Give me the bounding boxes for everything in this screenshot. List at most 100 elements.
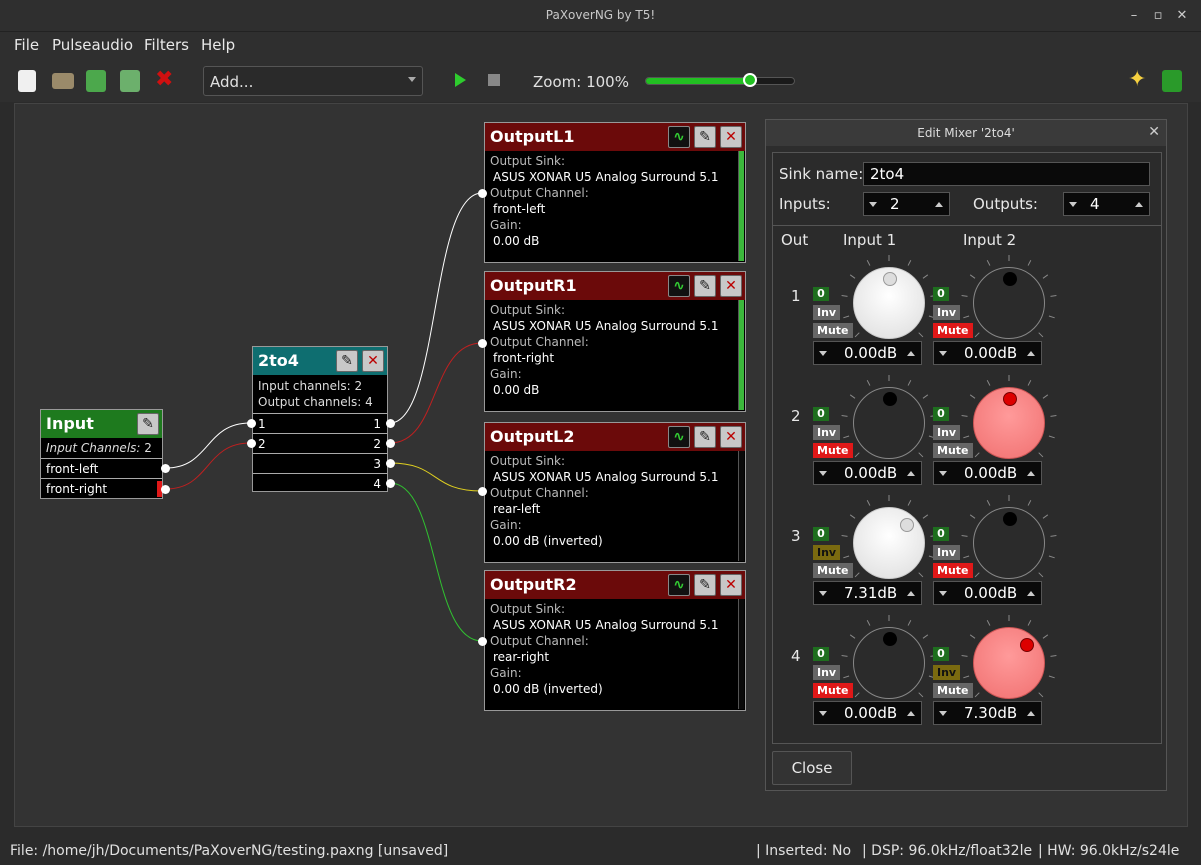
gain-spinbox[interactable]: 0.00dB bbox=[813, 461, 922, 485]
input-port-dot[interactable] bbox=[478, 189, 487, 198]
port-front-left[interactable]: front-left bbox=[41, 458, 162, 478]
output-node-r1[interactable]: OutputR1 ∿ ✎ ✕ Output Sink: ASUS XONAR U… bbox=[484, 271, 746, 412]
increment-icon[interactable] bbox=[907, 711, 915, 716]
decrement-icon[interactable] bbox=[939, 591, 947, 596]
mixer-port-row[interactable]: 11 bbox=[253, 413, 387, 433]
gain-spinbox[interactable]: 7.31dB bbox=[813, 581, 922, 605]
knob-body[interactable] bbox=[973, 387, 1045, 459]
decrement-icon[interactable] bbox=[819, 711, 827, 716]
sink-name-input[interactable]: 2to4 bbox=[863, 162, 1150, 186]
mute-toggle[interactable]: Mute bbox=[813, 683, 853, 698]
invert-toggle[interactable]: Inv bbox=[933, 305, 961, 320]
edit-pencil-icon[interactable]: ✎ bbox=[694, 126, 716, 148]
input-port-dot[interactable] bbox=[478, 637, 487, 646]
inputs-spinbox[interactable]: 2 bbox=[863, 192, 950, 216]
knob-body[interactable] bbox=[973, 627, 1045, 699]
increment-icon[interactable] bbox=[907, 351, 915, 356]
mixer-node-header[interactable]: 2to4 ✎ ✕ bbox=[253, 347, 387, 375]
knob-body[interactable] bbox=[853, 507, 925, 579]
output-node-l1[interactable]: OutputL1 ∿ ✎ ✕ Output Sink: ASUS XONAR U… bbox=[484, 122, 746, 263]
invert-toggle[interactable]: Inv bbox=[813, 425, 841, 440]
gain-spinbox[interactable]: 0.00dB bbox=[813, 701, 922, 725]
remove-x-icon[interactable]: ✕ bbox=[720, 275, 742, 297]
invert-toggle[interactable]: Inv bbox=[933, 545, 961, 560]
output-node-l2[interactable]: OutputL2 ∿ ✎ ✕ Output Sink: ASUS XONAR U… bbox=[484, 422, 746, 563]
decrement-icon[interactable] bbox=[939, 351, 947, 356]
decrement-icon[interactable] bbox=[819, 351, 827, 356]
remove-x-icon[interactable]: ✕ bbox=[720, 574, 742, 596]
decrement-icon[interactable] bbox=[869, 202, 877, 207]
scope-icon[interactable]: ∿ bbox=[668, 574, 690, 596]
gain-spinbox[interactable]: 0.00dB bbox=[933, 461, 1042, 485]
invert-toggle[interactable]: Inv bbox=[813, 545, 841, 560]
mute-toggle[interactable]: Mute bbox=[933, 443, 973, 458]
mute-toggle[interactable]: Mute bbox=[813, 443, 853, 458]
output-port-dot[interactable] bbox=[386, 459, 395, 468]
input-port-dot[interactable] bbox=[478, 339, 487, 348]
mixer-port-row[interactable]: 22 bbox=[253, 433, 387, 453]
edit-pencil-icon[interactable]: ✎ bbox=[336, 350, 358, 372]
mute-toggle[interactable]: Mute bbox=[933, 683, 973, 698]
edit-pencil-icon[interactable]: ✎ bbox=[694, 426, 716, 448]
input-node-header[interactable]: Input ✎ bbox=[41, 410, 162, 438]
input-port-dot[interactable] bbox=[247, 439, 256, 448]
mute-toggle[interactable]: Mute bbox=[813, 323, 853, 338]
scope-icon[interactable]: ∿ bbox=[668, 275, 690, 297]
increment-icon[interactable] bbox=[907, 471, 915, 476]
output-node-r2[interactable]: OutputR2 ∿ ✎ ✕ Output Sink: ASUS XONAR U… bbox=[484, 570, 746, 711]
edit-pencil-icon[interactable]: ✎ bbox=[694, 275, 716, 297]
decrement-icon[interactable] bbox=[819, 471, 827, 476]
increment-icon[interactable] bbox=[1135, 202, 1143, 207]
mixer-node[interactable]: 2to4 ✎ ✕ Input channels: 2 Output channe… bbox=[252, 346, 388, 492]
increment-icon[interactable] bbox=[907, 591, 915, 596]
output-node-header[interactable]: OutputL1 ∿ ✎ ✕ bbox=[485, 123, 745, 151]
gain-spinbox[interactable]: 0.00dB bbox=[813, 341, 922, 365]
mute-toggle[interactable]: Mute bbox=[813, 563, 853, 578]
gain-spinbox[interactable]: 0.00dB bbox=[933, 581, 1042, 605]
mute-toggle[interactable]: Mute bbox=[933, 563, 973, 578]
knob-body[interactable] bbox=[853, 627, 925, 699]
outputs-spinbox[interactable]: 4 bbox=[1063, 192, 1150, 216]
remove-x-icon[interactable]: ✕ bbox=[720, 426, 742, 448]
mixer-port-row[interactable]: 3 bbox=[253, 453, 387, 473]
output-port-dot[interactable] bbox=[161, 464, 170, 473]
increment-icon[interactable] bbox=[1027, 711, 1035, 716]
output-port-dot[interactable] bbox=[386, 439, 395, 448]
scope-icon[interactable]: ∿ bbox=[668, 426, 690, 448]
invert-toggle[interactable]: Inv bbox=[813, 305, 841, 320]
knob-body[interactable] bbox=[973, 267, 1045, 339]
gain-spinbox[interactable]: 0.00dB bbox=[933, 341, 1042, 365]
port-front-right[interactable]: front-right bbox=[41, 478, 162, 498]
decrement-icon[interactable] bbox=[939, 471, 947, 476]
increment-icon[interactable] bbox=[1027, 471, 1035, 476]
increment-icon[interactable] bbox=[1027, 591, 1035, 596]
knob-body[interactable] bbox=[973, 507, 1045, 579]
decrement-icon[interactable] bbox=[939, 711, 947, 716]
increment-icon[interactable] bbox=[935, 202, 943, 207]
input-port-dot[interactable] bbox=[247, 419, 256, 428]
increment-icon[interactable] bbox=[1027, 351, 1035, 356]
input-node[interactable]: Input ✎ Input Channels: 2 front-left fro… bbox=[40, 409, 163, 499]
input-port-dot[interactable] bbox=[478, 487, 487, 496]
output-port-dot[interactable] bbox=[161, 485, 170, 494]
mute-toggle[interactable]: Mute bbox=[933, 323, 973, 338]
invert-toggle[interactable]: Inv bbox=[813, 665, 841, 680]
decrement-icon[interactable] bbox=[1069, 202, 1077, 207]
close-button[interactable]: Close bbox=[772, 751, 852, 785]
output-port-dot[interactable] bbox=[386, 419, 395, 428]
edit-pencil-icon[interactable]: ✎ bbox=[137, 413, 159, 435]
mixer-port-row[interactable]: 4 bbox=[253, 473, 387, 493]
output-node-header[interactable]: OutputL2 ∿ ✎ ✕ bbox=[485, 423, 745, 451]
invert-toggle[interactable]: Inv bbox=[933, 425, 961, 440]
knob-body[interactable] bbox=[853, 387, 925, 459]
output-port-dot[interactable] bbox=[386, 479, 395, 488]
gain-spinbox[interactable]: 7.30dB bbox=[933, 701, 1042, 725]
decrement-icon[interactable] bbox=[819, 591, 827, 596]
invert-toggle[interactable]: Inv bbox=[933, 665, 961, 680]
remove-x-icon[interactable]: ✕ bbox=[362, 350, 384, 372]
knob-body[interactable] bbox=[853, 267, 925, 339]
output-node-header[interactable]: OutputR1 ∿ ✎ ✕ bbox=[485, 272, 745, 300]
output-node-header[interactable]: OutputR2 ∿ ✎ ✕ bbox=[485, 571, 745, 599]
dialog-close-icon[interactable]: ✕ bbox=[1148, 124, 1160, 140]
scope-icon[interactable]: ∿ bbox=[668, 126, 690, 148]
